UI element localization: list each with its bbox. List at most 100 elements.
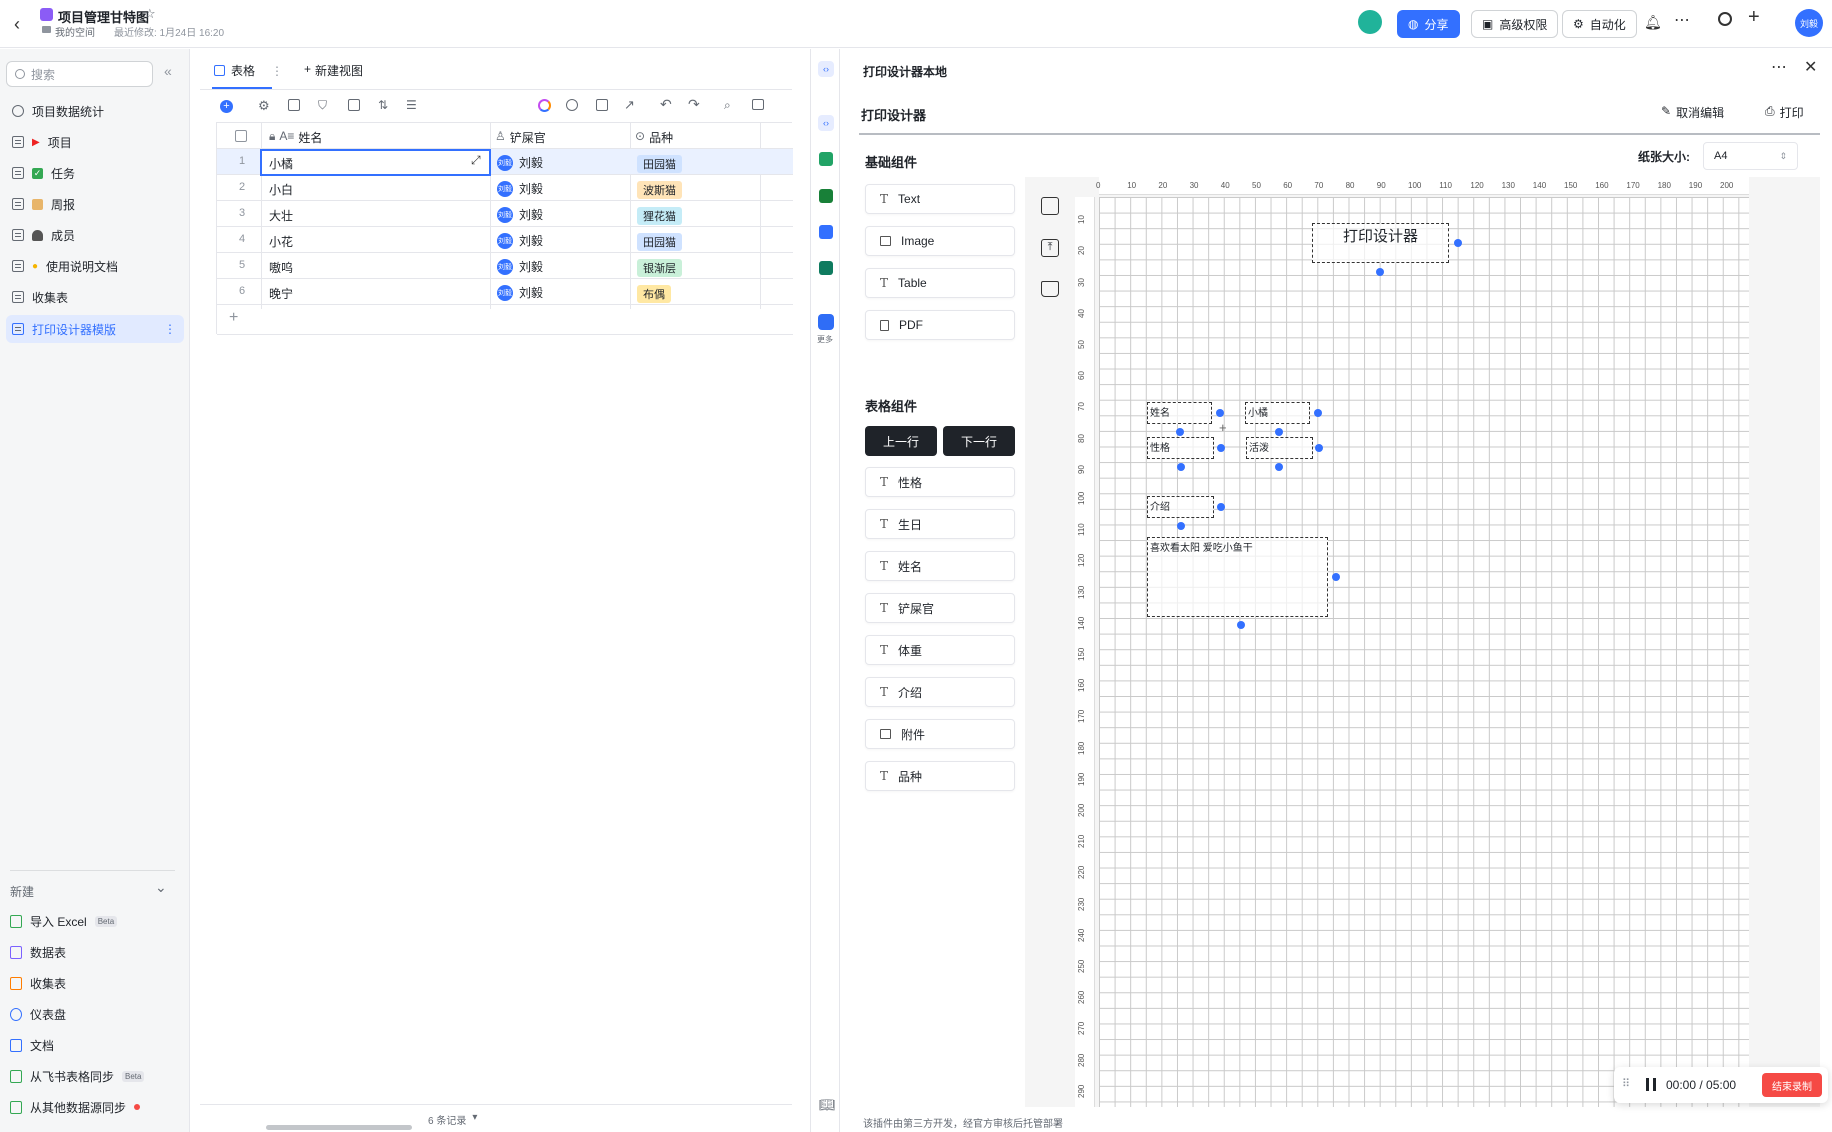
print-plugin-icon[interactable]: ‹› <box>818 115 834 131</box>
sidebar-item-stats[interactable]: 项目数据统计 <box>6 98 184 124</box>
cell-name[interactable]: 小花 <box>269 233 293 250</box>
stop-recording-button[interactable]: 结束录制 <box>1762 1073 1822 1097</box>
resize-handle[interactable] <box>1217 444 1225 452</box>
cube-icon[interactable] <box>818 314 834 330</box>
search-records-icon[interactable]: ⌕ <box>724 98 731 113</box>
field-component-breed[interactable]: T 品种 <box>865 761 1015 791</box>
new-dashboard[interactable]: 仪表盘 <box>10 1001 66 1027</box>
resize-handle[interactable] <box>1217 503 1225 511</box>
cell-owner[interactable]: 刘毅 刘毅 <box>497 206 543 223</box>
sort-icon[interactable]: ⇅ <box>378 98 388 112</box>
sidebar-item-task[interactable]: ✓ 任务 <box>6 160 184 186</box>
new-datatable[interactable]: 数据表 <box>10 939 66 965</box>
active-cell[interactable] <box>260 149 491 176</box>
resize-handle[interactable] <box>1376 268 1384 276</box>
sheet-plugin-icon[interactable] <box>819 189 833 203</box>
sidebar-item-project[interactable]: ▶ 项目 <box>6 129 184 155</box>
cell-owner[interactable]: 刘毅 刘毅 <box>497 180 543 197</box>
sidebar-item-print-template[interactable]: 打印设计器模版 ⋮ <box>6 315 184 343</box>
component-table[interactable]: T Table <box>865 268 1015 298</box>
cell-breed-tag[interactable]: 波斯猫 <box>637 181 682 199</box>
field-component-attachment[interactable]: 附件 <box>865 719 1015 749</box>
resize-handle[interactable] <box>1332 573 1340 581</box>
new-form[interactable]: 收集表 <box>10 970 66 996</box>
field-component-personality[interactable]: T 性格 <box>865 467 1015 497</box>
book-icon[interactable]: 📖︎ <box>819 1097 836 1113</box>
canvas-name-value[interactable]: 小橘 <box>1245 402 1310 424</box>
select-all-checkbox[interactable] <box>235 130 247 142</box>
sidebar-item-weekly[interactable]: 周报 <box>6 191 184 217</box>
field-component-intro[interactable]: T 介绍 <box>865 677 1015 707</box>
resize-handle[interactable] <box>1275 463 1283 471</box>
cell-owner[interactable]: 刘毅 刘毅 <box>497 232 543 249</box>
group-icon[interactable] <box>348 99 360 111</box>
collaborator-avatar[interactable] <box>1358 10 1382 34</box>
back-icon[interactable]: ‹ <box>14 14 20 35</box>
save-icon[interactable] <box>1041 197 1059 215</box>
cell-breed-tag[interactable]: 田园猫 <box>637 155 682 173</box>
cell-name[interactable]: 小橘 <box>269 155 293 172</box>
new-import-excel[interactable]: 导入 Excel Beta <box>10 908 118 934</box>
cell-name[interactable]: 小白 <box>269 181 293 198</box>
new-view-button[interactable]: + 新建视图 <box>304 62 363 79</box>
next-row-button[interactable]: 下一行 <box>943 426 1015 456</box>
print-button[interactable]: ⎙ 打印 <box>1765 104 1804 121</box>
resize-handle[interactable] <box>1216 409 1224 417</box>
clear-basket-icon[interactable] <box>1041 281 1059 297</box>
canvas-title-element[interactable]: 打印设计器 <box>1312 223 1449 263</box>
sidebar-item-guide[interactable]: ● 使用说明文档 <box>6 253 184 279</box>
cell-breed-tag[interactable]: 田园猫 <box>637 233 682 251</box>
cell-name[interactable]: 嗷呜 <box>269 259 293 276</box>
resize-handle[interactable] <box>1177 463 1185 471</box>
panel-more-icon[interactable]: ⋯ <box>1771 57 1787 77</box>
history-icon[interactable] <box>566 99 578 111</box>
canvas-trait-label[interactable]: 性格 <box>1147 437 1214 459</box>
resize-handle[interactable] <box>1237 621 1245 629</box>
drag-handle-icon[interactable]: ⠿ <box>1622 1077 1630 1090</box>
item-more-icon[interactable]: ⋮ <box>164 322 176 336</box>
horizontal-scrollbar[interactable] <box>266 1125 412 1130</box>
prev-row-button[interactable]: 上一行 <box>865 426 937 456</box>
field-component-weight[interactable]: T 体重 <box>865 635 1015 665</box>
column-header-owner[interactable]: ♙ 铲屎官 <box>495 129 546 146</box>
search-icon[interactable] <box>1718 12 1732 26</box>
field-component-birthday[interactable]: T 生日 <box>865 509 1015 539</box>
component-text[interactable]: T Text <box>865 184 1015 214</box>
tab-table[interactable]: 表格 ⋮ <box>214 62 283 79</box>
more-icon[interactable]: ⋯ <box>1674 10 1690 30</box>
excel-plugin-icon[interactable] <box>819 152 833 166</box>
space-label[interactable]: 我的空间 <box>55 24 95 39</box>
sidebar-item-form[interactable]: 收集表 <box>6 284 184 310</box>
settings-icon[interactable]: ⚙ <box>258 98 270 114</box>
redo-icon[interactable]: ↷ <box>688 96 700 113</box>
resize-handle[interactable] <box>1314 409 1322 417</box>
layout-plugin-icon[interactable] <box>819 225 833 239</box>
code-plugin-icon[interactable]: ‹› <box>818 61 834 77</box>
user-avatar[interactable]: 刘毅 <box>1795 9 1823 37</box>
check-icon[interactable] <box>596 99 608 111</box>
canvas-intro-label[interactable]: 介绍 <box>1147 496 1214 518</box>
new-sync-other[interactable]: 从其他数据源同步 <box>10 1094 141 1120</box>
cell-owner[interactable]: 刘毅 刘毅 <box>497 154 543 171</box>
new-sync-feishu[interactable]: 从飞书表格同步 Beta <box>10 1063 145 1089</box>
canvas-name-label[interactable]: 姓名 <box>1147 402 1212 424</box>
cell-owner[interactable]: 刘毅 刘毅 <box>497 258 543 275</box>
permission-button[interactable]: ▣ 高级权限 <box>1471 10 1559 38</box>
share-button[interactable]: ◍ 分享 <box>1397 10 1460 38</box>
add-icon[interactable]: + <box>1748 6 1760 29</box>
more-plugins-label[interactable]: 更多 <box>817 334 833 345</box>
close-icon[interactable]: ✕ <box>1804 57 1817 77</box>
pause-icon[interactable] <box>1646 1078 1656 1091</box>
records-count[interactable]: 6 条记录 ▾ <box>428 1112 477 1127</box>
column-header-breed[interactable]: ⊙ 品种 <box>635 129 673 146</box>
undo-icon[interactable]: ↶ <box>660 96 672 113</box>
collapse-icon[interactable]: « <box>164 63 172 79</box>
filter-icon[interactable]: ⛉ <box>318 98 327 113</box>
share-icon[interactable]: ↗ <box>624 97 635 113</box>
bell-icon[interactable]: 🔔︎ <box>1644 14 1662 31</box>
field-component-name[interactable]: T 姓名 <box>865 551 1015 581</box>
expand-icon[interactable]: ⤢ <box>471 153 481 168</box>
cell-breed-tag[interactable]: 银渐层 <box>637 259 682 277</box>
search-input[interactable]: 搜索 <box>6 61 153 87</box>
resize-handle[interactable] <box>1177 522 1185 530</box>
